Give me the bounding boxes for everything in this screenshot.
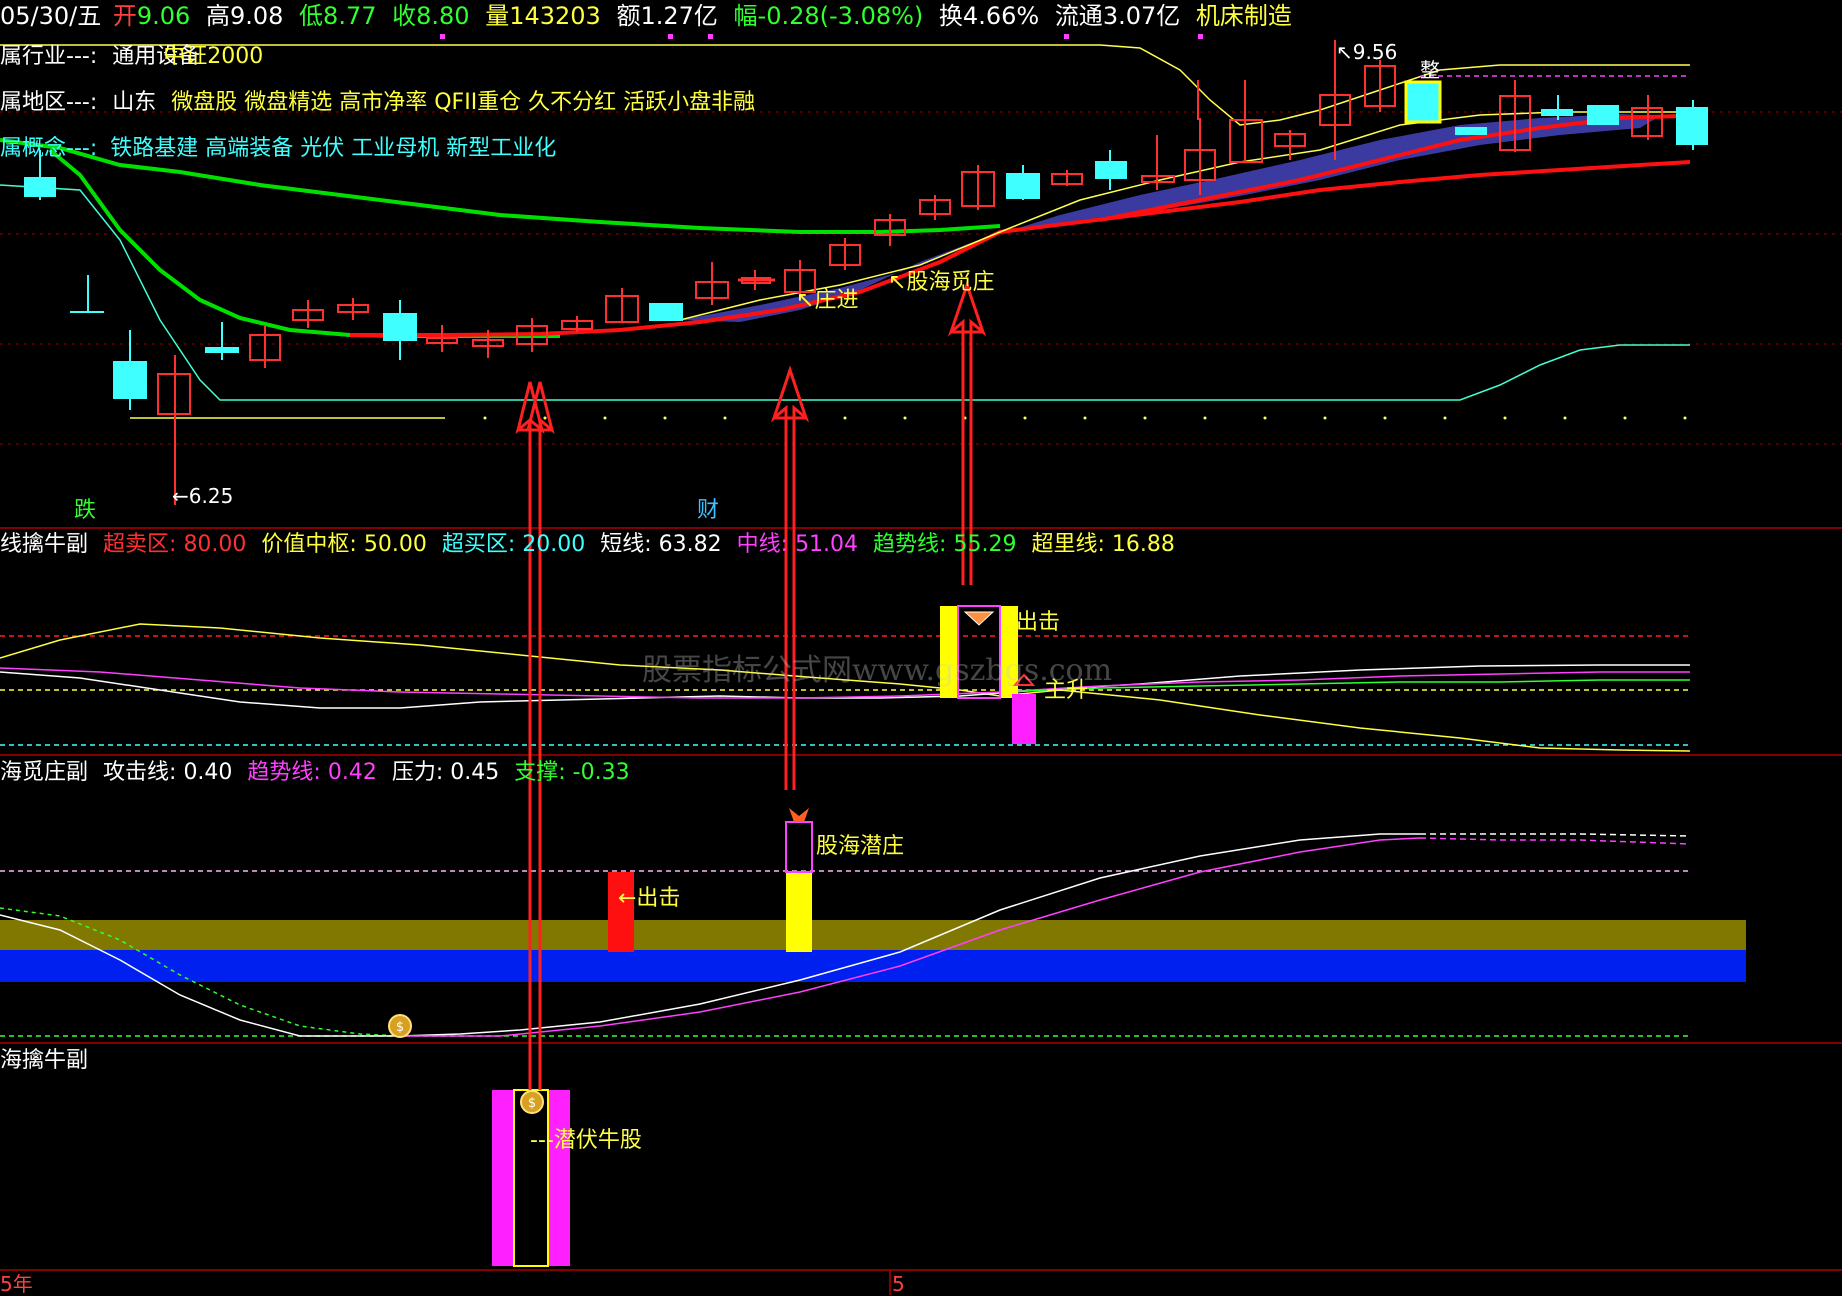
date-text: 05/30/五 [0, 2, 102, 30]
low-label: 低 [299, 2, 324, 30]
annot-guhai: ↖股海觅庄 [888, 270, 995, 295]
region-value: 山东 [112, 90, 157, 115]
p2-trend-label: 趋势线: [247, 760, 321, 785]
overbought-label: 超买区: [441, 532, 516, 557]
close-label: 收 [392, 2, 417, 30]
sector-text: 机床制造 [1195, 2, 1292, 30]
support-label: 支撑: [514, 760, 566, 785]
low-value: 8.77 [323, 2, 377, 30]
value-value: 50.00 [363, 532, 427, 557]
trend-value: 55.29 [953, 532, 1017, 557]
overbought-value: 20.00 [522, 532, 586, 557]
annot-guhai-text: 股海觅庄 [906, 270, 995, 295]
short-label: 短线: [600, 532, 652, 557]
support-value: -0.33 [572, 760, 630, 785]
region-tags: 微盘股 微盘精选 高市净率 QFII重仓 久不分红 活跃小盘非融 [171, 90, 756, 115]
panel1-header: 线擒牛副 超卖区: 80.00 价值中枢: 50.00 超买区: 20.00 短… [0, 534, 1183, 556]
concept-label: 属概念---: [0, 136, 98, 161]
dotted-floor [483, 416, 1687, 420]
price-low-value: 6.25 [188, 484, 234, 508]
concept-row: 属概念---: 铁路基建 高端装备 光伏 工业母机 新型工业化 [0, 138, 556, 160]
panel2-title: 海觅庄副 [0, 760, 89, 785]
watermark: 股票指标公式网www.gszbgs.com [642, 653, 1113, 688]
region-row: 属地区---: 山东 微盘股 微盘精选 高市净率 QFII重仓 久不分红 活跃小… [0, 92, 755, 114]
attack-label: 攻击线: [103, 760, 177, 785]
tag-die: 跌 [74, 498, 97, 523]
oversold-value: 80.00 [183, 532, 247, 557]
svg-text:$: $ [396, 1020, 404, 1035]
time-label-mid: 5 [892, 1272, 905, 1296]
turnover-label: 换 [938, 2, 963, 30]
ma-green-curve [48, 148, 560, 338]
industry-row: 属行业---: 通用设备 中证2000 [0, 46, 263, 68]
top-markers [440, 34, 1203, 39]
concept-tags: 铁路基建 高端装备 光伏 工业母机 新型工业化 [110, 136, 557, 161]
svg-text:$: $ [528, 1096, 536, 1111]
float-label: 流通 [1054, 2, 1103, 30]
tag-cai: 财 [697, 498, 720, 523]
value-label: 价值中枢: [261, 532, 357, 557]
annot-top: 整 [1420, 58, 1440, 82]
panel2-qianzhuang: 股海潜庄 [816, 834, 905, 859]
panel-separators [0, 527, 1842, 1295]
quote-header: 05/30/五 开9.06 高9.08 低8.77 收8.80 量143203 … [0, 4, 1300, 28]
industry-overlay: 中证2000 [163, 44, 264, 69]
panel1-chuji: 出击 [1016, 610, 1061, 635]
price-high-label: ↖9.56 [1336, 40, 1398, 64]
panel2-chuji: ←出击 [618, 886, 681, 911]
panel1-title: 线擒牛副 [0, 532, 89, 557]
price-low-label: ←6.25 [172, 484, 234, 508]
panel2-header: 海觅庄副 攻击线: 0.40 趋势线: 0.42 压力: 0.45 支撑: -0… [0, 762, 638, 784]
high-label: 高 [205, 2, 230, 30]
oversold-label: 超卖区: [103, 532, 177, 557]
annot-zhuangjin-text: 庄进 [814, 288, 859, 313]
float-value: 3.07亿 [1102, 2, 1181, 30]
amount-value: 1.27亿 [640, 2, 718, 30]
short-value: 63.82 [658, 532, 722, 557]
region-label: 属地区---: [0, 90, 98, 115]
mid-value: 51.04 [795, 532, 859, 557]
attack-value: 0.40 [183, 760, 233, 785]
mid-label: 中线: [736, 532, 789, 557]
volume-label: 量 [485, 2, 510, 30]
open-value: 9.06 [136, 2, 191, 30]
close-value: 8.80 [416, 2, 470, 30]
trend-label: 趋势线: [873, 532, 947, 557]
pressure-value: 0.45 [450, 760, 500, 785]
amount-label: 额 [616, 2, 641, 30]
turnover-value: 4.66% [962, 2, 1040, 30]
high-value: 9.08 [229, 2, 284, 30]
annot-zhuangjin: ↖庄进 [796, 288, 859, 313]
super-value: 16.88 [1111, 532, 1175, 557]
change-value: -0.28(-3.08%) [757, 2, 924, 30]
chart-canvas: $ $ [0, 34, 1842, 1295]
change-label: 幅 [733, 2, 758, 30]
super-label: 超里线: [1031, 532, 1105, 557]
price-high-value: 9.56 [1352, 40, 1398, 64]
panel3-title: 海擒牛副 [0, 1048, 89, 1073]
open-label: 开 [112, 2, 137, 30]
panel3-bars: $ [492, 1089, 570, 1267]
time-label-left: 5年 [0, 1272, 33, 1296]
volume-value: 143203 [509, 2, 601, 30]
p2-trend-value: 0.42 [327, 760, 377, 785]
industry-label: 属行业---: [0, 44, 98, 69]
panel3-qianfu: ---潜伏牛股 [530, 1128, 642, 1153]
pressure-label: 压力: [391, 760, 444, 785]
